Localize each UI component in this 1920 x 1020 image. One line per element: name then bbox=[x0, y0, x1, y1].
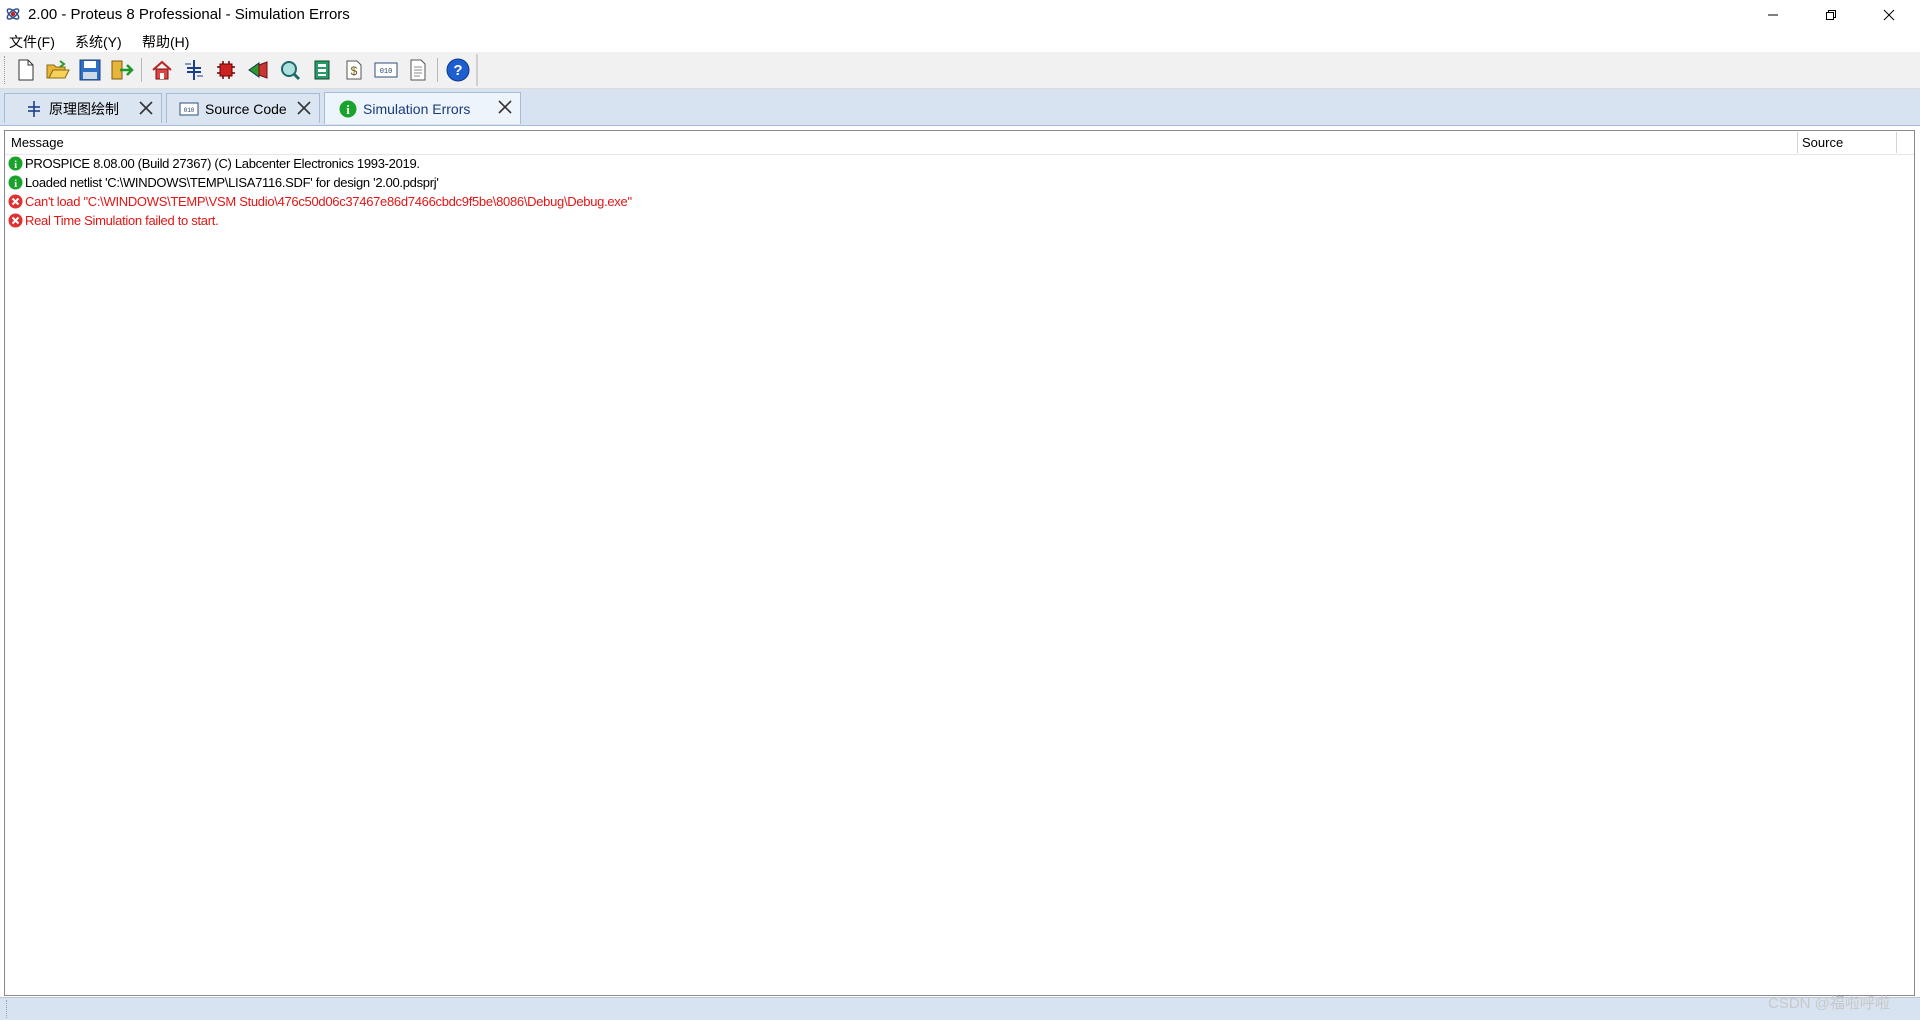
message-text: PROSPICE 8.08.00 (Build 27367) (C) Labce… bbox=[25, 156, 420, 171]
watermark: CSDN @福啦呼啦 bbox=[1768, 995, 1890, 1012]
gerber-button[interactable] bbox=[245, 57, 271, 83]
tab-source-code[interactable]: 010 Source Code bbox=[166, 93, 320, 123]
menu-system[interactable]: 系统(Y) bbox=[75, 32, 122, 52]
open-folder-icon bbox=[46, 60, 70, 79]
home-button[interactable] bbox=[149, 57, 175, 83]
close-window-button[interactable] bbox=[1860, 0, 1918, 30]
svg-text:010: 010 bbox=[184, 107, 195, 114]
pcb-button[interactable] bbox=[213, 57, 239, 83]
notes-button[interactable] bbox=[405, 57, 431, 83]
save-button[interactable] bbox=[77, 57, 103, 83]
minimize-icon bbox=[1768, 14, 1778, 16]
svg-text:i: i bbox=[14, 159, 17, 171]
list-item[interactable]: i PROSPICE 8.08.00 (Build 27367) (C) Lab… bbox=[8, 154, 420, 173]
help-button[interactable]: ? bbox=[445, 57, 471, 83]
close-tab-icon[interactable] bbox=[137, 99, 155, 117]
pcb-icon bbox=[217, 61, 235, 79]
toolbar-separator bbox=[141, 58, 142, 82]
status-bar bbox=[0, 997, 1920, 1020]
import-export-button[interactable] bbox=[109, 57, 135, 83]
new-file-button[interactable] bbox=[13, 57, 39, 83]
column-divider[interactable] bbox=[1896, 132, 1897, 153]
toolbar-separator bbox=[437, 58, 438, 82]
list-item[interactable]: Can't load "C:\WINDOWS\TEMP\VSM Studio\4… bbox=[8, 192, 632, 211]
column-divider[interactable] bbox=[1797, 132, 1798, 153]
list-item[interactable]: Real Time Simulation failed to start. bbox=[8, 211, 219, 230]
svg-text:?: ? bbox=[453, 62, 462, 79]
3d-viewer-button[interactable] bbox=[277, 57, 303, 83]
close-tab-icon[interactable] bbox=[295, 99, 313, 117]
svg-text:010: 010 bbox=[380, 68, 393, 76]
info-icon: i bbox=[8, 175, 23, 190]
home-icon bbox=[152, 60, 172, 80]
message-list[interactable] bbox=[4, 130, 1915, 996]
3d-viewer-icon bbox=[281, 61, 301, 81]
close-icon bbox=[1883, 9, 1895, 21]
new-file-icon bbox=[18, 59, 34, 81]
menu-bar bbox=[0, 30, 1920, 52]
tab-schematic[interactable]: 原理图绘制 bbox=[4, 93, 162, 123]
save-icon bbox=[79, 59, 101, 81]
window-title: 2.00 - Proteus 8 Professional - Simulati… bbox=[28, 6, 350, 23]
list-item[interactable]: i Loaded netlist 'C:\WINDOWS\TEMP\LISA71… bbox=[8, 173, 439, 192]
minimize-button[interactable] bbox=[1744, 0, 1802, 30]
bom-button[interactable] bbox=[309, 57, 335, 83]
tab-simulation-errors[interactable]: i Simulation Errors bbox=[324, 92, 521, 124]
schematic-icon bbox=[185, 60, 203, 80]
bom-icon bbox=[314, 60, 330, 80]
schematic-button[interactable] bbox=[181, 57, 207, 83]
source-code-tab-icon: 010 bbox=[179, 102, 199, 116]
error-icon bbox=[8, 213, 23, 228]
svg-text:i: i bbox=[14, 178, 17, 190]
help-icon: ? bbox=[446, 58, 470, 82]
column-header-message[interactable]: Message bbox=[11, 135, 64, 150]
source-code-icon: 010 bbox=[374, 62, 398, 78]
message-text: Real Time Simulation failed to start. bbox=[25, 213, 219, 228]
gerber-icon bbox=[248, 61, 268, 79]
menu-file[interactable]: 文件(F) bbox=[9, 32, 55, 52]
status-bar-grip bbox=[6, 1000, 10, 1018]
notes-icon bbox=[410, 59, 426, 81]
tab-label: Source Code bbox=[205, 100, 287, 117]
dollar-button[interactable]: $ bbox=[341, 57, 367, 83]
source-code-button[interactable]: 010 bbox=[373, 57, 399, 83]
restore-icon bbox=[1826, 10, 1836, 20]
info-icon: i bbox=[8, 156, 23, 171]
info-tab-icon: i bbox=[339, 100, 357, 118]
column-header-source[interactable]: Source bbox=[1802, 135, 1843, 150]
svg-text:$: $ bbox=[351, 64, 358, 78]
error-icon bbox=[8, 194, 23, 209]
message-text: Can't load "C:\WINDOWS\TEMP\VSM Studio\4… bbox=[25, 194, 632, 209]
toolbar-edge bbox=[476, 54, 478, 86]
svg-text:i: i bbox=[346, 102, 350, 117]
message-text: Loaded netlist 'C:\WINDOWS\TEMP\LISA7116… bbox=[25, 175, 439, 190]
dollar-icon: $ bbox=[346, 60, 362, 80]
proteus-app-icon[interactable] bbox=[4, 5, 22, 23]
open-button[interactable] bbox=[45, 57, 71, 83]
import-export-icon bbox=[111, 60, 134, 80]
schematic-tab-icon bbox=[25, 100, 43, 118]
toolbar-grip[interactable] bbox=[4, 56, 8, 84]
tab-label: 原理图绘制 bbox=[49, 100, 119, 117]
menu-help[interactable]: 帮助(H) bbox=[142, 32, 189, 52]
restore-button[interactable] bbox=[1802, 0, 1860, 30]
close-tab-icon[interactable] bbox=[496, 98, 514, 116]
tab-label: Simulation Errors bbox=[363, 100, 471, 117]
list-header bbox=[5, 131, 1914, 155]
